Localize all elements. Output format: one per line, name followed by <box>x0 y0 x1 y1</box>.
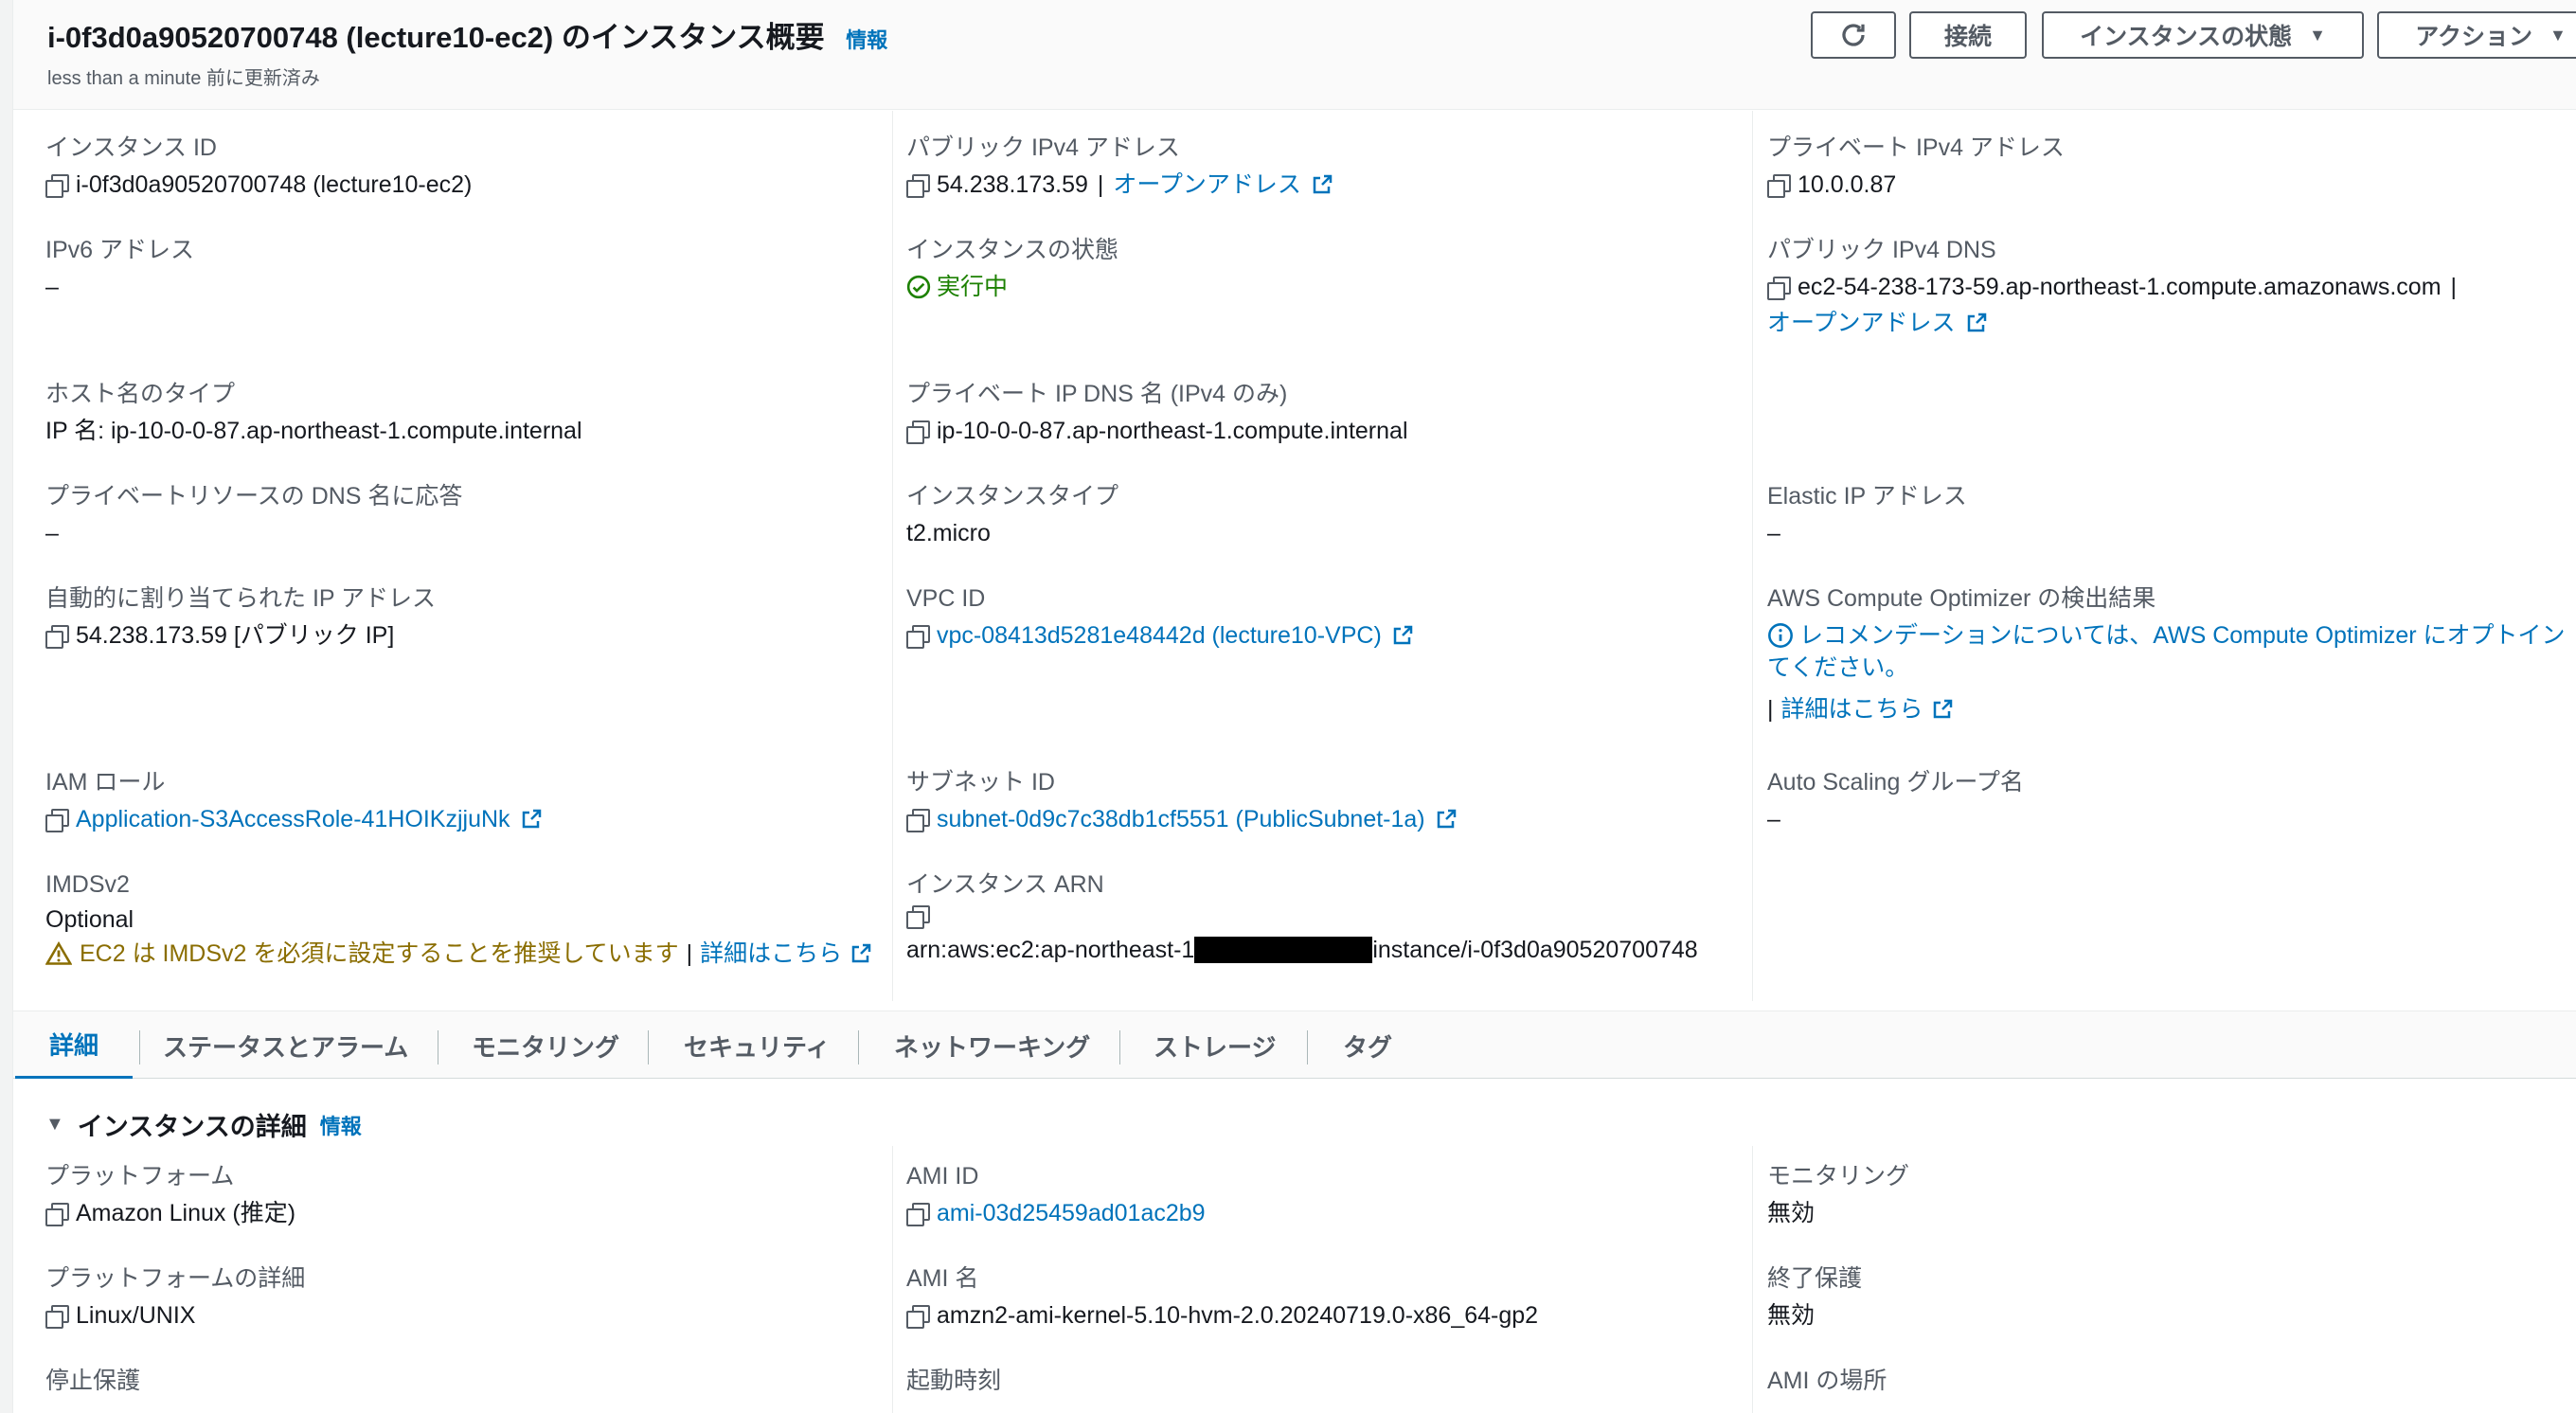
column-divider <box>1752 1146 1753 1413</box>
copy-icon[interactable] <box>906 809 930 832</box>
field-termination-protection: 終了保護 無効 <box>1767 1265 1863 1329</box>
field-hostname-type: ホスト名のタイプ IP 名: ip-10-0-0-87.ap-northeast… <box>45 381 582 444</box>
copy-icon[interactable] <box>906 1305 930 1329</box>
copy-icon[interactable] <box>45 809 69 832</box>
column-divider <box>892 1146 893 1413</box>
external-link-icon <box>1933 699 1952 719</box>
info-link[interactable]: 情報 <box>320 1110 362 1140</box>
field-launch-time: 起動時刻 <box>906 1368 1002 1394</box>
status-running: 実行中 <box>937 274 1009 300</box>
redacted-account-id <box>1194 937 1373 963</box>
copy-icon[interactable] <box>906 1203 930 1226</box>
copy-icon[interactable] <box>1767 174 1791 198</box>
refresh-icon <box>1842 24 1865 46</box>
actions-dropdown[interactable]: アクション ▼ <box>2377 11 2576 59</box>
field-private-dns: プライベート IP DNS 名 (IPv4 のみ) ip-10-0-0-87.a… <box>906 381 1408 444</box>
field-elastic-ip: Elastic IP アドレス – <box>1767 483 1967 546</box>
tab-tags[interactable]: タグ <box>1343 1011 1392 1080</box>
field-auto-scaling-group: Auto Scaling グループ名 – <box>1767 769 2024 832</box>
tab-bar: 詳細 ステータスとアラーム モニタリング セキュリティ ネットワーキング ストレ… <box>13 1011 2576 1080</box>
imdsv2-learn-more-link[interactable]: 詳細はこちら <box>700 938 842 970</box>
column-divider <box>1752 111 1753 1001</box>
instance-state-dropdown[interactable]: インスタンスの状態 ▼ <box>2042 11 2364 59</box>
tab-monitoring[interactable]: モニタリング <box>472 1011 619 1080</box>
field-ipv6: IPv6 アドレス – <box>45 237 194 300</box>
details-panel <box>13 1079 2576 1413</box>
field-imdsv2: IMDSv2 Optional EC2 は IMDSv2 を必須に設定することを… <box>45 869 872 970</box>
instance-details-header[interactable]: ▼ インスタンスの詳細 情報 <box>45 1106 362 1143</box>
tab-divider <box>1307 1030 1308 1064</box>
field-private-ipv4: プライベート IPv4 アドレス 10.0.0.87 <box>1767 134 2065 198</box>
ami-link[interactable]: ami-03d25459ad01ac2b9 <box>937 1197 1206 1229</box>
external-link-icon <box>1967 313 1986 332</box>
field-vpc-id: VPC ID vpc-08413d5281e48442d (lecture10-… <box>906 583 1414 652</box>
copy-icon[interactable] <box>45 625 69 649</box>
refresh-button[interactable] <box>1811 11 1896 59</box>
field-subnet-id: サブネット ID subnet-0d9c7c38db1cf5551 (Publi… <box>906 767 1458 835</box>
field-iam-role: IAM ロール Application-S3AccessRole-41HOIKz… <box>45 767 543 835</box>
check-circle-icon <box>906 275 931 299</box>
external-link-icon <box>1393 625 1413 645</box>
field-monitoring: モニタリング 無効 <box>1767 1163 1910 1226</box>
tab-divider <box>1119 1030 1120 1064</box>
warning-icon <box>45 941 72 965</box>
subnet-link[interactable]: subnet-0d9c7c38db1cf5551 (PublicSubnet-1… <box>937 803 1425 835</box>
field-platform: プラットフォーム Amazon Linux (推定) <box>45 1163 296 1226</box>
connect-button[interactable]: 接続 <box>1909 11 2027 59</box>
tab-status-alarms[interactable]: ステータスとアラーム <box>163 1011 408 1080</box>
open-address-link[interactable]: オープンアドレス <box>1113 169 1301 201</box>
external-link-icon <box>1313 174 1333 194</box>
open-address-link[interactable]: オープンアドレス <box>1767 307 1956 339</box>
collapse-triangle-icon: ▼ <box>45 1114 64 1135</box>
tab-divider <box>858 1030 859 1064</box>
tab-details[interactable]: 詳細 <box>15 1011 134 1080</box>
field-ami-location: AMI の場所 <box>1767 1368 1887 1394</box>
copy-icon[interactable] <box>906 905 930 929</box>
field-private-resource-dns: プライベートリソースの DNS 名に応答 – <box>45 483 463 546</box>
info-circle-icon <box>1768 623 1793 648</box>
field-public-ipv4: パブリック IPv4 アドレス 54.238.173.59 | オープンアドレス <box>906 133 1333 201</box>
field-instance-type: インスタンスタイプ t2.micro <box>906 483 1119 546</box>
tab-storage[interactable]: ストレージ <box>1154 1011 1276 1080</box>
field-ami-id: AMI ID ami-03d25459ad01ac2b9 <box>906 1161 1206 1229</box>
copy-icon[interactable] <box>1767 277 1791 300</box>
field-instance-state: インスタンスの状態 実行中 <box>906 235 1118 303</box>
caret-down-icon: ▼ <box>2549 25 2567 45</box>
vpc-link[interactable]: vpc-08413d5281e48442d (lecture10-VPC) <box>937 619 1382 652</box>
external-link-icon <box>1437 809 1456 829</box>
field-public-dns: パブリック IPv4 DNS ec2-54-238-173-59.ap-nort… <box>1767 235 2457 339</box>
copy-icon[interactable] <box>906 420 930 444</box>
field-compute-optimizer: AWS Compute Optimizer の検出結果 レコメンデーションについ… <box>1767 583 2566 725</box>
copy-icon[interactable] <box>906 174 930 198</box>
page-title: i-0f3d0a90520700748 (lecture10-ec2) のインス… <box>47 21 888 54</box>
column-divider <box>892 111 893 1001</box>
copy-icon[interactable] <box>906 625 930 649</box>
info-link[interactable]: 情報 <box>846 28 887 52</box>
field-instance-arn: インスタンス ARN arn:aws:ec2:ap-northeast-1 in… <box>906 871 1698 963</box>
side-edge <box>0 0 13 1413</box>
field-instance-id: インスタンス ID i-0f3d0a90520700748 (lecture10… <box>45 134 473 198</box>
copy-icon[interactable] <box>45 1305 69 1329</box>
copy-icon[interactable] <box>45 1203 69 1226</box>
tab-networking[interactable]: ネットワーキング <box>894 1011 1090 1080</box>
tab-security[interactable]: セキュリティ <box>684 1011 830 1080</box>
optimizer-learn-more-link[interactable]: 詳細はこちら <box>1781 693 1923 725</box>
field-stop-protection: 停止保護 <box>45 1368 141 1394</box>
iam-role-link[interactable]: Application-S3AccessRole-41HOIKzjjuNk <box>76 803 510 835</box>
copy-icon[interactable] <box>45 174 69 198</box>
caret-down-icon: ▼ <box>2309 25 2326 45</box>
last-updated: less than a minute 前に更新済み <box>47 68 320 89</box>
tab-divider <box>648 1030 649 1064</box>
external-link-icon <box>522 809 541 829</box>
tab-divider <box>139 1030 140 1064</box>
external-link-icon <box>851 943 871 963</box>
field-ami-name: AMI 名 amzn2-ami-kernel-5.10-hvm-2.0.2024… <box>906 1265 1539 1329</box>
field-auto-ip: 自動的に割り当てられた IP アドレス 54.238.173.59 [パブリック… <box>45 585 437 649</box>
field-platform-details: プラットフォームの詳細 Linux/UNIX <box>45 1265 306 1329</box>
